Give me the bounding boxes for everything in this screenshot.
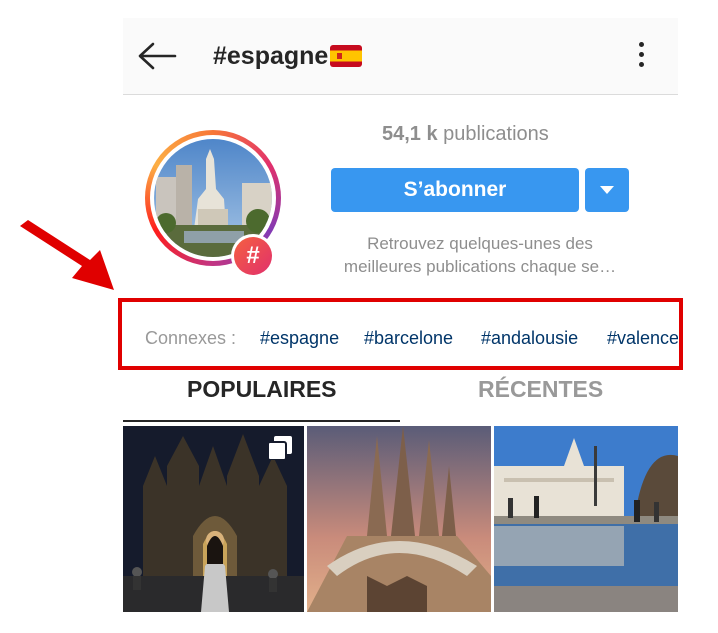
chevron-down-icon[interactable] <box>585 168 629 212</box>
page-title: #espagne <box>213 42 363 74</box>
description-line: Retrouvez quelques-unes des <box>367 234 593 253</box>
back-arrow-icon[interactable] <box>137 40 177 72</box>
post-thumbnail[interactable] <box>123 426 304 612</box>
post-thumbnail[interactable] <box>307 426 491 612</box>
tab-popular[interactable]: POPULAIRES <box>187 376 337 403</box>
hashtag-description: Retrouvez quelques-unes des meilleures p… <box>323 232 637 278</box>
top-bar: #espagne <box>123 18 678 95</box>
count-value: 54,1 k <box>382 123 438 145</box>
count-label: publications <box>443 123 549 145</box>
more-options-icon[interactable] <box>631 42 651 72</box>
description-line: meilleures publications chaque se… <box>343 257 617 276</box>
active-tab-indicator <box>123 420 400 422</box>
hashtag-title: #espagne <box>213 42 329 70</box>
posts-grid <box>123 426 678 612</box>
tab-recent[interactable]: RÉCENTES <box>478 376 603 403</box>
post-thumbnail[interactable] <box>494 426 678 612</box>
related-hashtags-highlight <box>118 298 683 370</box>
spain-flag-icon <box>330 45 363 74</box>
multiple-photos-icon <box>267 436 292 461</box>
publications-count: 54,1 k publications <box>382 123 549 146</box>
pointer-arrow-icon <box>14 218 124 294</box>
tab-bar: POPULAIRES RÉCENTES <box>123 370 678 422</box>
follow-button[interactable]: S’abonner <box>331 168 579 212</box>
hashtag-badge-icon: # <box>231 234 275 278</box>
